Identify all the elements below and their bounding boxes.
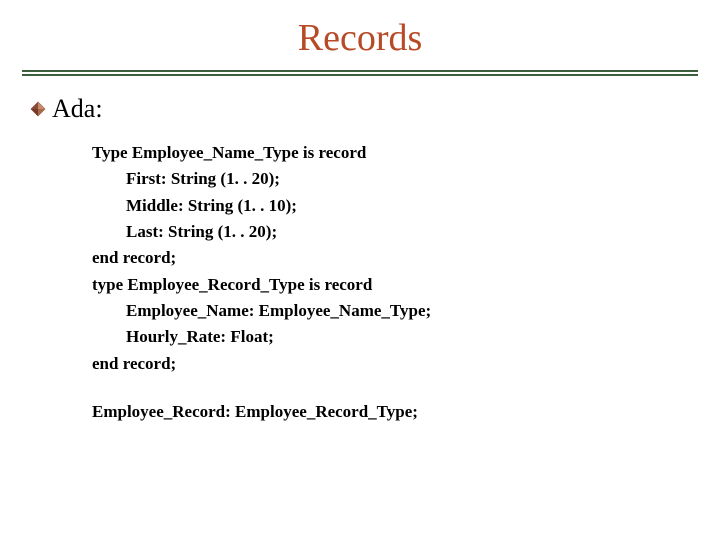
blank-line xyxy=(92,377,690,399)
code-line: type Employee_Record_Type is record xyxy=(92,272,690,298)
code-line: end record; xyxy=(92,351,690,377)
bullet-label: Ada: xyxy=(52,94,103,124)
code-line: Last: String (1. . 20); xyxy=(92,219,690,245)
code-line: Middle: String (1. . 10); xyxy=(92,193,690,219)
slide-title: Records xyxy=(0,0,720,70)
diamond-bullet-icon xyxy=(30,101,46,117)
code-line: Type Employee_Name_Type is record xyxy=(92,140,690,166)
code-line: Hourly_Rate: Float; xyxy=(92,324,690,350)
code-line: First: String (1. . 20); xyxy=(92,166,690,192)
bullet-row: Ada: xyxy=(30,94,690,124)
code-line: end record; xyxy=(92,245,690,271)
slide-content: Ada: Type Employee_Name_Type is record F… xyxy=(0,76,720,425)
code-line: Employee_Name: Employee_Name_Type; xyxy=(92,298,690,324)
code-block: Type Employee_Name_Type is record First:… xyxy=(30,140,690,425)
code-line: Employee_Record: Employee_Record_Type; xyxy=(92,399,690,425)
